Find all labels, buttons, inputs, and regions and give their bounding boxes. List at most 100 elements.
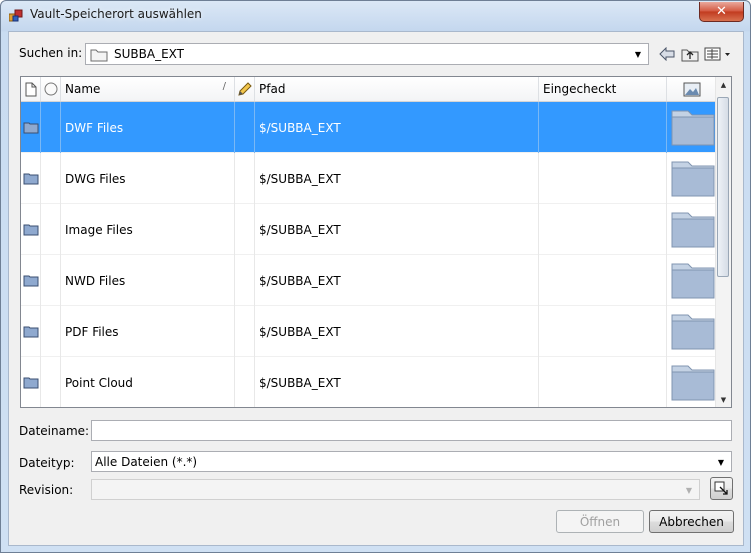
folder-icon — [23, 275, 38, 286]
table-row[interactable]: PDF Files $/SUBBA_EXT — [21, 306, 718, 357]
dialog-body: Suchen in: SUBBA_EXT ▼ Name / Pfad Einge… — [8, 31, 744, 546]
folder-icon — [23, 173, 38, 184]
row-name-cell: NWD Files — [61, 255, 235, 306]
column-file-type[interactable] — [21, 77, 41, 101]
column-path-label: Pfad — [259, 82, 286, 96]
column-edit[interactable] — [235, 77, 255, 101]
back-button[interactable] — [658, 43, 676, 65]
cancel-button-label: Abbrechen — [659, 514, 724, 529]
row-name-cell: Point Cloud — [61, 357, 235, 407]
scrollbar-thumb[interactable] — [717, 97, 729, 277]
status-circle-icon — [44, 82, 57, 96]
column-status[interactable] — [41, 77, 61, 101]
column-name[interactable]: Name / — [61, 77, 235, 101]
filetype-select[interactable]: Alle Dateien (*.*) ▼ — [91, 451, 732, 472]
chevron-down-icon[interactable]: ▼ — [630, 45, 646, 63]
row-checkedin-cell — [539, 102, 667, 153]
row-checkedin-cell — [539, 357, 667, 407]
row-path-cell: $/SUBBA_EXT — [255, 102, 539, 153]
revision-browse-button[interactable] — [710, 477, 733, 500]
view-menu-icon — [704, 47, 730, 61]
image-icon — [683, 82, 701, 96]
folder-list[interactable]: Name / Pfad Eingecheckt DWF Files $/SUBB… — [20, 76, 732, 408]
row-status-cell — [41, 204, 61, 255]
revision-select[interactable]: ▼ — [91, 479, 700, 500]
close-button[interactable]: ✕ — [699, 2, 744, 22]
scroll-down-icon[interactable]: ▼ — [716, 392, 731, 407]
document-icon — [25, 82, 36, 96]
lookin-combobox[interactable]: SUBBA_EXT ▼ — [85, 43, 649, 65]
row-icon-cell — [21, 204, 41, 255]
table-row[interactable]: DWF Files $/SUBBA_EXT — [21, 102, 718, 153]
folder-icon — [23, 224, 38, 235]
row-icon-cell — [21, 357, 41, 407]
column-path[interactable]: Pfad — [255, 77, 539, 101]
folder-thumbnail-icon — [671, 212, 715, 248]
row-name: NWD Files — [65, 273, 126, 288]
open-button[interactable]: Öffnen — [556, 510, 644, 533]
view-menu-button[interactable] — [703, 43, 733, 65]
folder-thumbnail-icon — [671, 314, 715, 350]
filename-label: Dateiname: — [19, 424, 90, 438]
folder-icon — [23, 326, 38, 337]
cancel-button[interactable]: Abbrechen — [649, 510, 734, 533]
table-row[interactable]: Point Cloud $/SUBBA_EXT — [21, 357, 718, 407]
row-path: $/SUBBA_EXT — [259, 120, 341, 135]
sort-marker: / — [222, 81, 226, 92]
vertical-scrollbar[interactable]: ▲ ▼ — [715, 77, 731, 407]
folder-thumbnail-icon — [671, 110, 715, 146]
column-checkedin-label: Eingecheckt — [543, 82, 617, 96]
filetype-label: Dateityp: — [19, 456, 75, 470]
up-folder-button[interactable] — [680, 43, 700, 65]
row-status-cell — [41, 357, 61, 407]
row-status-cell — [41, 255, 61, 306]
row-icon-cell — [21, 153, 41, 204]
revision-browse-icon — [714, 481, 728, 495]
row-path: $/SUBBA_EXT — [259, 324, 341, 339]
row-path-cell: $/SUBBA_EXT — [255, 153, 539, 204]
filetype-value: Alle Dateien (*.*) — [95, 455, 198, 469]
table-row[interactable]: Image Files $/SUBBA_EXT — [21, 204, 718, 255]
chevron-down-icon[interactable]: ▼ — [713, 453, 729, 471]
back-arrow-icon — [659, 47, 675, 61]
row-icon-cell — [21, 255, 41, 306]
folder-thumbnail-icon — [671, 263, 715, 299]
row-edit-cell — [235, 255, 255, 306]
dialog-window: Vault-Speicherort auswählen ✕ Suchen in:… — [0, 0, 751, 553]
row-status-cell — [41, 153, 61, 204]
column-name-label: Name — [65, 82, 101, 96]
row-name-cell: PDF Files — [61, 306, 235, 357]
row-name: Point Cloud — [65, 375, 133, 390]
row-name-cell: DWG Files — [61, 153, 235, 204]
folder-icon — [90, 49, 108, 62]
title-bar[interactable]: Vault-Speicherort auswählen ✕ — [1, 1, 750, 31]
chevron-down-icon[interactable]: ▼ — [681, 481, 697, 499]
table-row[interactable]: NWD Files $/SUBBA_EXT — [21, 255, 718, 306]
table-row[interactable]: DWG Files $/SUBBA_EXT — [21, 153, 718, 204]
row-path-cell: $/SUBBA_EXT — [255, 255, 539, 306]
row-checkedin-cell — [539, 204, 667, 255]
rows-container: DWF Files $/SUBBA_EXT DWG Files $/SUBBA_… — [21, 102, 718, 407]
row-edit-cell — [235, 357, 255, 407]
filename-input[interactable] — [91, 420, 732, 441]
row-checkedin-cell — [539, 153, 667, 204]
row-edit-cell — [235, 153, 255, 204]
row-path: $/SUBBA_EXT — [259, 171, 341, 186]
row-name: Image Files — [65, 222, 133, 237]
row-name-cell: DWF Files — [61, 102, 235, 153]
folder-thumbnail-icon — [671, 365, 715, 401]
row-name-cell: Image Files — [61, 204, 235, 255]
row-edit-cell — [235, 102, 255, 153]
column-thumbnail[interactable] — [667, 77, 718, 101]
scroll-up-icon[interactable]: ▲ — [716, 77, 731, 92]
row-icon-cell — [21, 102, 41, 153]
pencil-icon — [237, 82, 252, 96]
column-checkedin[interactable]: Eingecheckt — [539, 77, 667, 101]
vault-app-icon — [9, 9, 23, 22]
row-path-cell: $/SUBBA_EXT — [255, 204, 539, 255]
row-path: $/SUBBA_EXT — [259, 375, 341, 390]
open-button-label: Öffnen — [579, 514, 621, 529]
folder-icon — [23, 377, 38, 388]
folder-thumbnail-icon — [671, 161, 715, 197]
grid-header: Name / Pfad Eingecheckt — [21, 77, 718, 102]
